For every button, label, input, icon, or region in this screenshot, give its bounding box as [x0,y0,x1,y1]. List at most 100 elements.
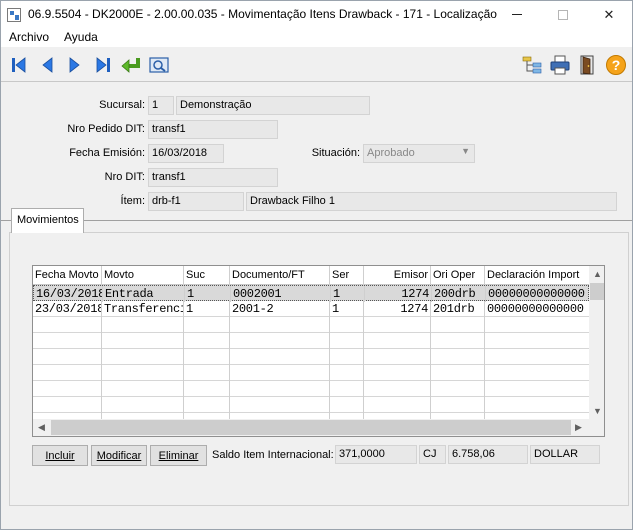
scroll-up-icon[interactable]: ▲ [593,269,602,279]
sucursal-name-field: Demonstração [176,96,370,115]
nro-dit-field[interactable]: transf1 [148,168,278,187]
grid-column-line [101,349,102,365]
scroll-down-icon[interactable]: ▼ [593,406,602,416]
col-suc[interactable]: Suc [184,266,230,285]
col-declaracion[interactable]: Declaración Import [485,266,589,285]
horizontal-scrollbar[interactable]: ◀ ▶ [33,419,589,436]
grid-column-line [329,317,330,333]
col-ori-oper[interactable]: Ori Oper [431,266,485,285]
menu-ayuda[interactable]: Ayuda [64,30,98,44]
grid-column-line [329,333,330,349]
previous-record-button[interactable] [35,53,59,77]
cell-declaracion: 00000000000000 [488,287,585,301]
close-button[interactable]: ✕ [586,1,632,28]
col-ser[interactable]: Ser [330,266,364,285]
grid-column-line [101,381,102,397]
grid-column-line [183,349,184,365]
cell-ori-oper: 200drb [432,286,486,302]
incluir-button[interactable]: Incluir [32,445,88,466]
cell-ser: 1 [331,286,365,302]
grid-column-line [229,349,230,365]
print-icon [550,55,570,75]
tree-structure-icon [522,56,542,74]
col-emisor[interactable]: Emisor [364,266,431,285]
scroll-right-icon[interactable]: ▶ [575,422,582,433]
situacion-label: Situación: [311,147,360,159]
modificar-button[interactable]: Modificar [91,445,147,466]
query-button[interactable] [147,53,171,77]
cell-ser: 1 [330,301,364,317]
sucursal-code-field[interactable]: 1 [148,96,174,115]
sucursal-label: Sucursal: [99,99,145,111]
cell-suc: 1 [185,286,231,302]
scroll-corner [589,419,604,436]
tree-structure-button[interactable] [520,53,544,77]
close-icon: ✕ [603,6,615,22]
currency-field: DOLLAR [530,445,600,464]
previous-record-icon [42,57,53,73]
help-icon: ? [606,55,626,75]
main-window: 06.9.5504 - DK2000E - 2.00.00.035 - Movi… [0,0,633,530]
print-button[interactable] [548,53,572,77]
empty-table-row [33,365,589,381]
grid-column-line [430,317,431,333]
cell-emisor: 1274 [365,286,432,302]
grid-column-line [430,397,431,413]
grid-column-line [363,365,364,381]
table-row[interactable]: 16/03/2018 Entrada 1 0002001 1 1274 200d… [33,285,589,302]
vertical-scrollbar[interactable]: ▲ ▼ [589,266,604,419]
nro-pedido-label: Nro Pedido DIT: [67,123,145,135]
menu-archivo[interactable]: Archivo [9,30,49,44]
tab-movimientos[interactable]: Movimientos [11,208,84,233]
cell-movto: Transferencia [102,301,184,317]
grid-column-line [183,397,184,413]
item-description-field: Drawback Filho 1 [246,192,617,211]
grid-header: Fecha Movto Movto Suc Documento/FT Ser E… [33,266,589,285]
fecha-emision-label: Fecha Emisión: [69,147,145,159]
item-code-field[interactable]: drb-f1 [148,192,244,211]
grid-column-line [484,381,485,397]
col-fecha-movto[interactable]: Fecha Movto [33,266,102,285]
first-record-icon [12,57,26,73]
maximize-icon [558,9,568,20]
exit-button[interactable] [576,53,600,77]
cell-ori-oper: 201drb [431,301,485,317]
cell-movto: Entrada [103,286,185,302]
grid-column-line [183,381,184,397]
maximize-button[interactable] [540,1,586,28]
col-movto[interactable]: Movto [102,266,184,285]
col-documento[interactable]: Documento/FT [230,266,330,285]
cell-declaracion: 00000000000000 [487,302,584,316]
grid-column-line [229,333,230,349]
next-record-button[interactable] [63,53,87,77]
horizontal-scroll-thumb[interactable] [51,420,571,435]
title-bar: 06.9.5504 - DK2000E - 2.00.00.035 - Movi… [1,1,632,28]
grid-column-line [484,349,485,365]
cell-fecha: 23/03/2018 [35,301,102,317]
scroll-left-icon[interactable]: ◀ [38,422,45,433]
minimize-button[interactable] [494,1,540,28]
fecha-emision-field[interactable]: 16/03/2018 [148,144,224,163]
table-row[interactable]: 23/03/2018 Transferencia 1 2001-2 1 1274… [33,301,589,317]
grid-column-line [229,317,230,333]
situacion-select[interactable]: Aprobado ▼ [363,144,475,163]
grid-column-line [430,381,431,397]
first-record-button[interactable] [7,53,31,77]
query-icon [149,57,169,73]
menu-bar: Archivo Ayuda [1,28,632,47]
nro-pedido-field[interactable]: transf1 [148,120,278,139]
return-button[interactable] [119,53,143,77]
movements-grid[interactable]: Fecha Movto Movto Suc Documento/FT Ser E… [32,265,605,437]
grid-column-line [229,397,230,413]
help-button[interactable]: ? [604,53,628,77]
saldo-value-field: 371,0000 [335,445,417,464]
grid-column-line [430,333,431,349]
grid-column-line [229,381,230,397]
grid-column-line [363,317,364,333]
eliminar-button[interactable]: Eliminar [150,445,207,466]
vertical-scroll-thumb[interactable] [590,283,604,300]
last-record-button[interactable] [91,53,115,77]
tab-separator [1,220,632,221]
grid-column-line [101,365,102,381]
item-label: Ítem: [120,195,145,207]
